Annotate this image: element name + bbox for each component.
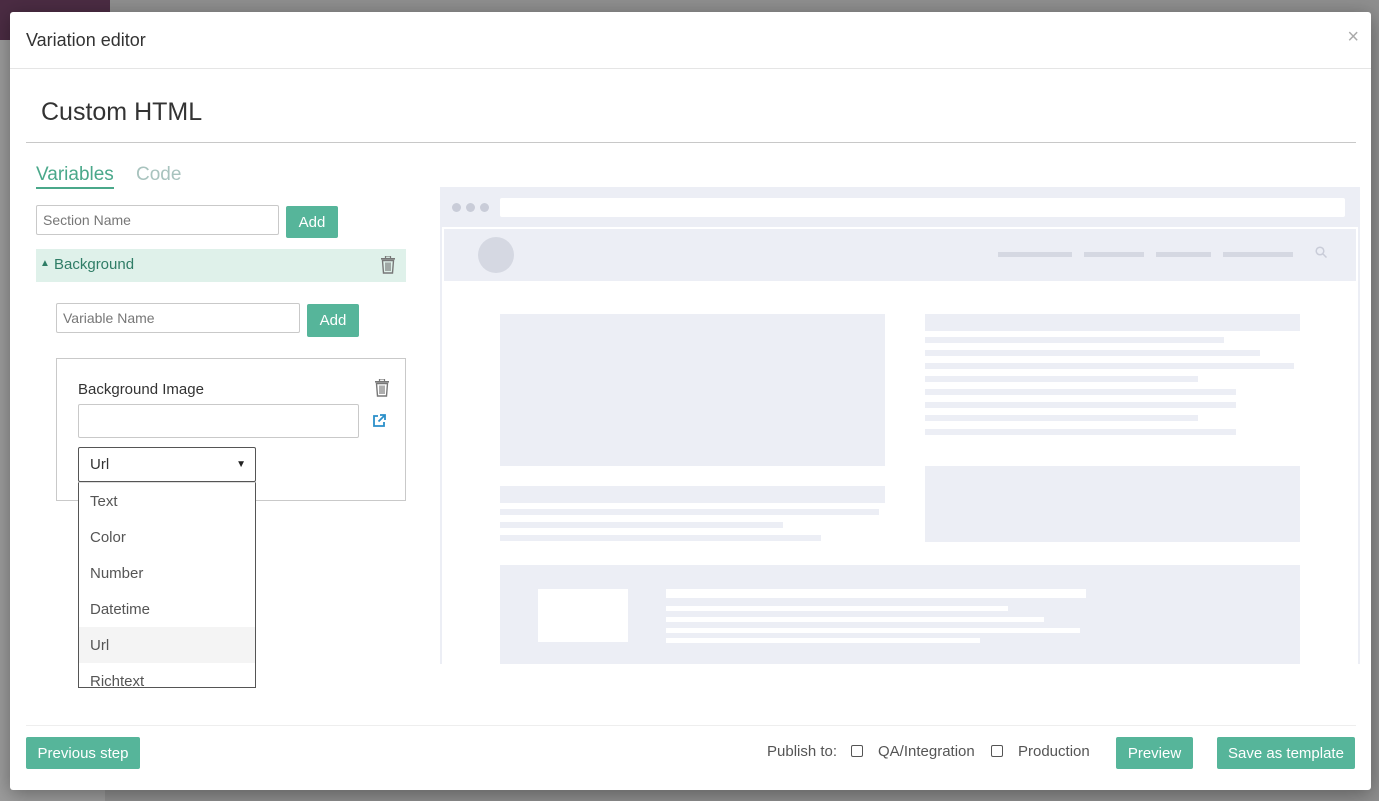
dropdown-arrow-icon: ▼ — [236, 459, 246, 470]
preview-nav-link — [998, 252, 1072, 257]
modal-title: Variation editor — [26, 30, 146, 50]
preview-banner-placeholder — [500, 565, 1300, 664]
preview-image-placeholder — [500, 314, 885, 466]
preview-banner-line — [666, 606, 1008, 611]
preview-browser-chrome — [442, 189, 1358, 227]
section-header-background[interactable]: ▲ Background — [36, 249, 406, 282]
external-link-icon[interactable] — [371, 413, 387, 429]
preview-text-line — [925, 415, 1198, 421]
preview-heading-placeholder — [500, 486, 885, 503]
preview-text-line — [500, 509, 879, 515]
option-number[interactable]: Number — [79, 555, 255, 591]
preview-heading-placeholder — [925, 314, 1300, 331]
preview-text-line — [925, 350, 1260, 356]
close-icon[interactable]: × — [1347, 26, 1359, 49]
title-divider — [26, 142, 1356, 143]
preview-text-line — [500, 535, 821, 541]
preview-button[interactable]: Preview — [1116, 737, 1193, 769]
variable-label: Background Image — [78, 381, 204, 398]
variable-name-input[interactable] — [56, 303, 300, 333]
add-variable-button[interactable]: Add — [307, 304, 359, 337]
preview-text-line — [925, 363, 1294, 369]
variable-value-input[interactable] — [78, 404, 359, 438]
preview-text-line — [925, 429, 1236, 435]
variation-editor-modal: Variation editor × Custom HTML Variables… — [10, 12, 1371, 790]
preview-banner-line — [666, 617, 1044, 622]
publish-to-label: Publish to: — [767, 743, 838, 760]
tab-variables[interactable]: Variables — [36, 164, 114, 189]
preview-banner-heading — [666, 589, 1086, 598]
preview-text-line — [500, 522, 783, 528]
preview-address-bar — [500, 198, 1345, 217]
section-name: Background — [54, 256, 135, 273]
delete-section-trash-icon[interactable] — [380, 256, 396, 274]
window-dot-icon — [466, 203, 475, 212]
qa-integration-label: QA/Integration — [878, 743, 975, 760]
preview-card-placeholder — [925, 466, 1300, 542]
preview-nav-link — [1223, 252, 1293, 257]
window-dot-icon — [480, 203, 489, 212]
option-richtext[interactable]: Richtext — [79, 663, 255, 687]
preview-navbar — [444, 229, 1356, 281]
option-url[interactable]: Url — [79, 627, 255, 663]
page-title: Custom HTML — [41, 98, 203, 126]
qa-integration-checkbox[interactable] — [851, 745, 863, 757]
preview-text-line — [925, 402, 1236, 408]
section-name-input[interactable] — [36, 205, 279, 235]
preview-banner-image — [538, 589, 628, 642]
add-section-button[interactable]: Add — [286, 206, 338, 238]
preview-text-line — [925, 337, 1224, 343]
tab-code[interactable]: Code — [136, 164, 181, 186]
preview-search-icon — [1315, 246, 1327, 258]
preview-text-line — [925, 389, 1236, 395]
preview-pane — [440, 187, 1360, 664]
option-color[interactable]: Color — [79, 519, 255, 555]
production-label: Production — [1018, 743, 1090, 760]
previous-step-button[interactable]: Previous step — [26, 737, 140, 769]
variable-type-select[interactable]: Url ▼ — [78, 447, 256, 482]
footer-divider — [26, 725, 1356, 726]
production-checkbox[interactable] — [991, 745, 1003, 757]
save-as-template-button[interactable]: Save as template — [1217, 737, 1355, 769]
preview-nav-link — [1084, 252, 1144, 257]
window-dot-icon — [452, 203, 461, 212]
option-text[interactable]: Text — [79, 483, 255, 519]
preview-banner-line — [666, 638, 980, 643]
preview-nav-link — [1156, 252, 1211, 257]
collapse-caret-icon[interactable]: ▲ — [40, 258, 50, 269]
preview-banner-line — [666, 628, 1080, 633]
option-datetime[interactable]: Datetime — [79, 591, 255, 627]
modal-header: Variation editor × — [10, 12, 1371, 69]
delete-variable-trash-icon[interactable] — [374, 379, 390, 397]
variable-type-dropdown: Text Color Number Datetime Url Richtext — [78, 482, 256, 688]
preview-logo-placeholder — [478, 237, 514, 273]
preview-text-line — [925, 376, 1198, 382]
select-value: Url — [90, 456, 110, 473]
